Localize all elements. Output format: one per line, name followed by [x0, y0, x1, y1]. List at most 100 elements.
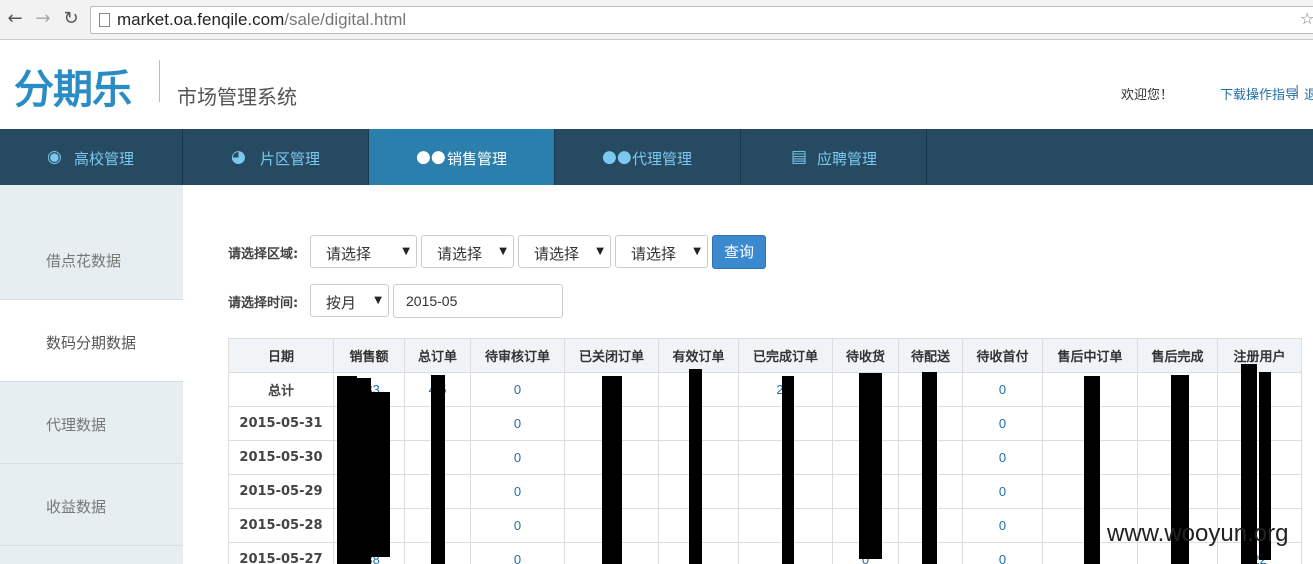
column-header: 待收首付 — [962, 338, 1043, 373]
header-divider: | — [1295, 84, 1300, 99]
sidebar-item-agent-data[interactable]: 代理数据 — [0, 382, 183, 464]
logo-separator — [159, 60, 160, 102]
column-header: 已关闭订单 — [564, 338, 659, 373]
nav-tab-sales[interactable]: ●● 销售管理 — [369, 129, 555, 185]
nav-tab-label: 高校管理 — [74, 150, 135, 168]
back-arrow-icon[interactable]: ← — [4, 8, 26, 30]
redaction-mark — [371, 392, 390, 557]
pie-chart-icon: ◕ — [231, 147, 246, 167]
logo[interactable]: 分期乐 — [14, 57, 132, 115]
dropdown-arrow-icon: ▼ — [402, 246, 410, 257]
system-title: 市场管理系统 — [177, 85, 297, 109]
table-cell[interactable]: 0 — [962, 474, 1043, 509]
select-value: 请选择 — [437, 245, 483, 263]
redaction-mark — [689, 369, 702, 564]
redaction-mark — [782, 376, 794, 564]
column-header: 销售额 — [333, 338, 405, 373]
nav-tab-label: 代理管理 — [632, 150, 693, 168]
forward-arrow-icon[interactable]: → — [32, 8, 54, 30]
sidebar-item-label: 收益数据 — [46, 498, 107, 516]
url-text: market.oa.fenqile.com/sale/digital.html — [117, 10, 406, 30]
row-date-cell: 2015-05-30 — [228, 440, 334, 475]
select-value: 请选择 — [631, 245, 677, 263]
redaction-mark — [922, 372, 937, 564]
nav-tab-label: 应聘管理 — [817, 150, 878, 168]
column-header: 日期 — [228, 338, 334, 373]
nav-tab-campus[interactable]: ◉ 高校管理 — [0, 129, 183, 185]
redaction-mark — [859, 373, 882, 559]
table-cell[interactable]: 0 — [962, 406, 1043, 441]
url-path: /sale/digital.html — [284, 10, 407, 29]
watermark: www.wooyun.org — [1107, 520, 1289, 547]
date-value: 2015-05 — [406, 293, 458, 309]
column-header: 已完成订单 — [738, 338, 833, 373]
logout-link[interactable]: 退 — [1304, 84, 1313, 103]
query-button[interactable]: 查询 — [712, 235, 766, 269]
dropdown-arrow-icon: ▼ — [374, 295, 382, 306]
nav-tab-agent[interactable]: ●● 代理管理 — [555, 129, 741, 185]
column-header: 待配送 — [898, 338, 963, 373]
column-header: 注册用户 — [1217, 338, 1302, 373]
column-header: 总订单 — [404, 338, 471, 373]
region-select-1[interactable]: 请选择 ▼ — [310, 235, 417, 268]
bookmark-star-icon[interactable]: ☆ — [1300, 9, 1313, 28]
download-guide-link[interactable]: 下载操作指导 — [1220, 84, 1298, 103]
nav-tab-recruit[interactable]: ▤ 应聘管理 — [741, 129, 927, 185]
date-input[interactable]: 2015-05 — [393, 284, 563, 318]
url-host: market.oa.fenqile.com — [117, 10, 285, 29]
browser-toolbar: ← → ↻ market.oa.fenqile.com/sale/digital… — [0, 0, 1313, 40]
sidebar-item-revenue-data[interactable]: 收益数据 — [0, 464, 183, 546]
dropdown-arrow-icon: ▼ — [596, 246, 604, 257]
select-value: 请选择 — [534, 245, 580, 263]
location-pin-icon: ◉ — [47, 147, 62, 167]
sidebar-item-label: 借点花数据 — [46, 252, 122, 270]
page-icon — [99, 13, 110, 27]
page: { "browser": { "back_icon": "back-arrow-… — [0, 0, 1313, 564]
table-cell[interactable]: 0 — [470, 542, 565, 564]
table-cell[interactable]: 0 — [470, 440, 565, 475]
redaction-mark — [431, 375, 445, 564]
sidebar-item-label: 代理数据 — [46, 416, 107, 434]
redaction-mark — [337, 376, 357, 564]
column-header: 有效订单 — [658, 338, 739, 373]
period-select[interactable]: 按月 ▼ — [310, 284, 389, 317]
row-date-cell: 2015-05-31 — [228, 406, 334, 441]
time-label: 请选择时间: — [228, 296, 299, 311]
users-icon: ●● — [416, 147, 446, 167]
region-select-4[interactable]: 请选择 ▼ — [615, 235, 708, 268]
region-label: 请选择区域: — [228, 247, 299, 262]
reload-icon[interactable]: ↻ — [60, 8, 82, 30]
nav-tab-label: 销售管理 — [447, 150, 508, 168]
table-cell[interactable]: 0 — [962, 542, 1043, 564]
main-nav: ◉ 高校管理 ◕ 片区管理 ●● 销售管理 ●● 代理管理 ▤ 应聘管理 — [0, 129, 1313, 185]
row-date-cell: 2015-05-29 — [228, 474, 334, 509]
table-cell[interactable]: 0 — [962, 440, 1043, 475]
redaction-mark — [1084, 376, 1100, 564]
table-cell[interactable]: 0 — [962, 508, 1043, 543]
table-header-row: 日期 销售额 总订单 待审核订单 已关闭订单 有效订单 已完成订单 待收货 待配… — [228, 338, 1302, 373]
nav-tab-label: 片区管理 — [260, 150, 321, 168]
redaction-mark — [355, 378, 371, 564]
column-header: 售后中订单 — [1042, 338, 1138, 373]
table-cell[interactable]: 0 — [962, 372, 1043, 407]
users-icon: ●● — [602, 147, 632, 167]
row-date-cell: 2015-05-28 — [228, 508, 334, 543]
table-cell[interactable]: 0 — [470, 508, 565, 543]
table-cell[interactable]: 0 — [470, 372, 565, 407]
dropdown-arrow-icon: ▼ — [693, 246, 701, 257]
site-header: 分期乐 市场管理系统 欢迎您！ 下载操作指导 | 退 — [0, 40, 1313, 129]
column-header: 售后完成 — [1137, 338, 1218, 373]
sidebar-item-jiedianhua[interactable]: 借点花数据 — [0, 218, 183, 300]
region-select-3[interactable]: 请选择 ▼ — [518, 235, 611, 268]
table-cell[interactable]: 0 — [470, 474, 565, 509]
table-cell[interactable]: 0 — [470, 406, 565, 441]
region-select-2[interactable]: 请选择 ▼ — [421, 235, 514, 268]
address-bar[interactable]: market.oa.fenqile.com/sale/digital.html — [90, 6, 1313, 34]
nav-tab-district[interactable]: ◕ 片区管理 — [183, 129, 369, 185]
welcome-text: 欢迎您！ — [1121, 88, 1174, 103]
document-icon: ▤ — [791, 147, 808, 167]
sidebar-item-digital-installment[interactable]: 数码分期数据 — [0, 300, 183, 382]
select-value: 请选择 — [326, 245, 372, 263]
row-date-cell: 总计 — [228, 372, 334, 407]
redaction-mark — [602, 376, 622, 564]
